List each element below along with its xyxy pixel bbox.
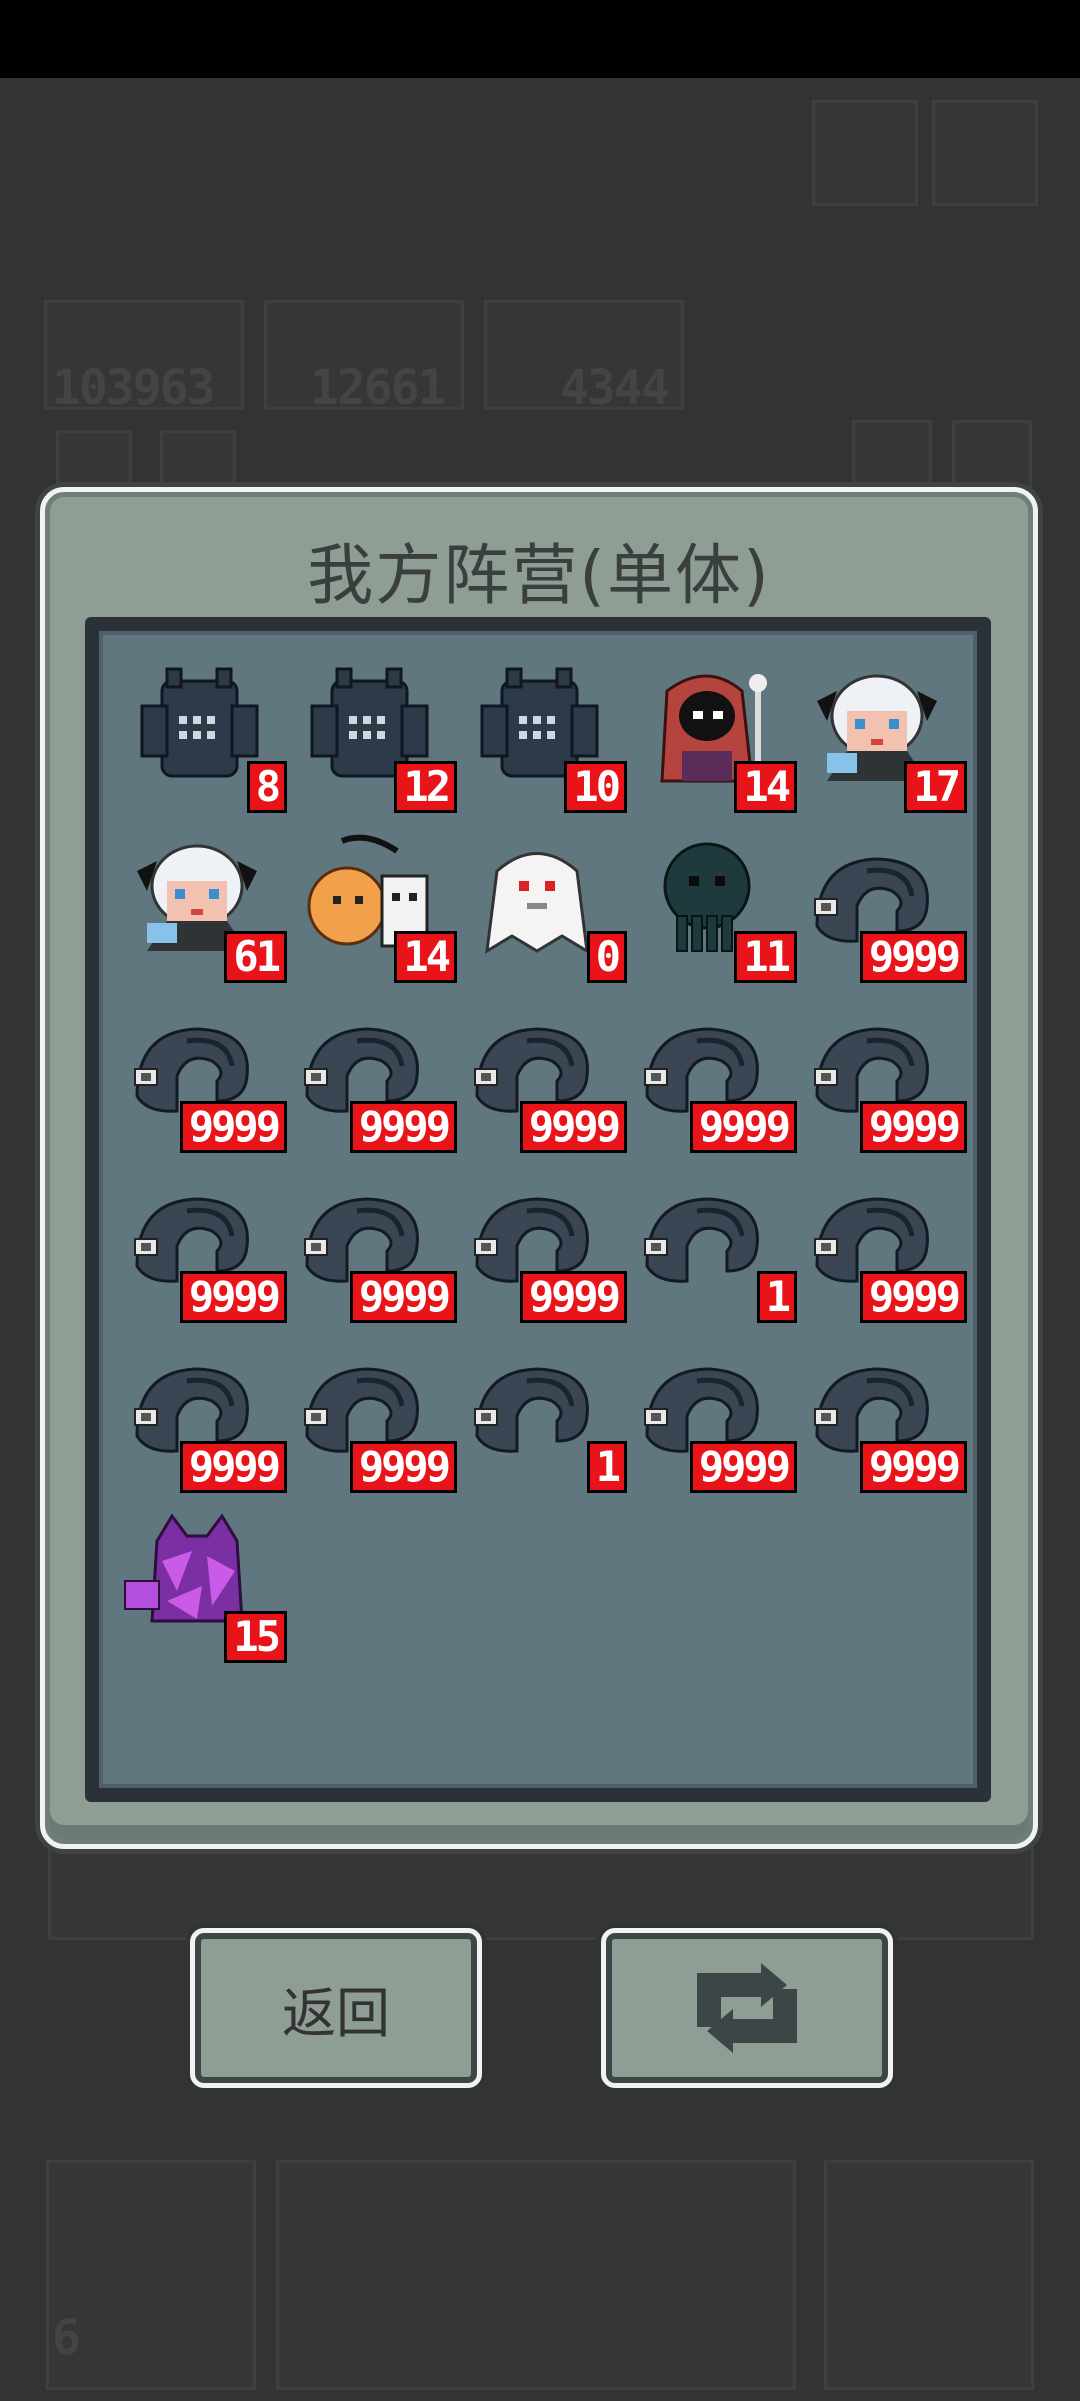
unit-gray-worm[interactable]: 9999: [627, 1341, 797, 1501]
unit-crab[interactable]: 12: [287, 661, 457, 821]
bg-small-button-4: [952, 420, 1032, 490]
unit-gray-worm[interactable]: 1: [627, 1171, 797, 1331]
bg-bottom-slot-3: [824, 2160, 1034, 2390]
unit-gray-worm[interactable]: 9999: [797, 1341, 967, 1501]
unit-count: 9999: [859, 1441, 967, 1493]
bg-small-button-3: [852, 420, 932, 490]
unit-count: 8: [246, 761, 287, 813]
unit-count: 9999: [689, 1101, 797, 1153]
unit-lion-and-wolf[interactable]: 14: [287, 831, 457, 991]
refresh-icon: [697, 1963, 797, 2053]
unit-dark-cthulhu[interactable]: 11: [627, 831, 797, 991]
unit-gray-worm[interactable]: 9999: [797, 831, 967, 991]
unit-white-ghost[interactable]: 0: [457, 831, 627, 991]
unit-count: 9999: [519, 1101, 627, 1153]
unit-count: 9999: [689, 1441, 797, 1493]
unit-count: 9999: [859, 1101, 967, 1153]
unit-gray-worm[interactable]: 9999: [117, 1171, 287, 1331]
unit-count: 9999: [859, 931, 967, 983]
unit-gray-worm[interactable]: 9999: [457, 1001, 627, 1161]
unit-count: 15: [224, 1611, 287, 1663]
bg-bottom-bar: [48, 1840, 1034, 1940]
bg-badge: 6: [52, 2310, 81, 2366]
unit-gray-worm[interactable]: 9999: [287, 1001, 457, 1161]
status-bar: [0, 0, 1080, 78]
unit-count: 14: [734, 761, 797, 813]
bg-top-button-1: [812, 100, 918, 206]
refresh-button[interactable]: [601, 1928, 893, 2088]
back-button[interactable]: 返回: [190, 1928, 482, 2088]
bg-bottom-slot-2: [276, 2160, 796, 2390]
unit-gray-worm[interactable]: 9999: [117, 1341, 287, 1501]
bg-top-button-2: [932, 100, 1038, 206]
unit-gray-worm[interactable]: 1: [457, 1341, 627, 1501]
unit-gray-worm[interactable]: 9999: [627, 1001, 797, 1161]
unit-count: 0: [586, 931, 627, 983]
unit-white-haired-girl[interactable]: 17: [797, 661, 967, 821]
unit-white-haired-girl[interactable]: 61: [117, 831, 287, 991]
unit-count: 17: [904, 761, 967, 813]
unit-count: 9999: [349, 1101, 457, 1153]
bg-resource-value-3: 4344: [560, 360, 670, 416]
unit-gray-worm[interactable]: 9999: [457, 1171, 627, 1331]
unit-grid-frame: 8 12 10 14 17 61 14 0 11 9999 9999 9999 9999 9999 9999…: [85, 617, 991, 1802]
unit-purple-crystal-golem[interactable]: 15: [117, 1511, 287, 1671]
unit-count: 9999: [179, 1101, 287, 1153]
unit-gray-worm[interactable]: 9999: [287, 1171, 457, 1331]
back-button-label: 返回: [282, 1981, 390, 2045]
unit-gray-worm[interactable]: 9999: [797, 1171, 967, 1331]
bg-resource-value-1: 103963: [52, 360, 215, 416]
unit-count: 61: [224, 931, 287, 983]
team-panel: 我方阵营(单体) 8 12 10 14 17 61 14 0 11 9999 9999 9999 999…: [40, 487, 1038, 1849]
unit-crab[interactable]: 8: [117, 661, 287, 821]
unit-gray-worm[interactable]: 9999: [287, 1341, 457, 1501]
unit-count: 9999: [349, 1271, 457, 1323]
unit-count: 1: [586, 1441, 627, 1493]
unit-gray-worm[interactable]: 9999: [797, 1001, 967, 1161]
unit-count: 9999: [179, 1271, 287, 1323]
unit-count: 10: [564, 761, 627, 813]
unit-count: 14: [394, 931, 457, 983]
panel-title: 我方阵营(单体): [307, 537, 771, 614]
unit-count: 12: [394, 761, 457, 813]
unit-count: 11: [734, 931, 797, 983]
unit-count: 9999: [179, 1441, 287, 1493]
unit-red-hooded-mage[interactable]: 14: [627, 661, 797, 821]
unit-crab[interactable]: 10: [457, 661, 627, 821]
unit-count: 9999: [859, 1271, 967, 1323]
unit-gray-worm[interactable]: 9999: [117, 1001, 287, 1161]
unit-count: 1: [756, 1271, 797, 1323]
bg-resource-value-2: 12661: [310, 360, 446, 416]
unit-count: 9999: [349, 1441, 457, 1493]
unit-count: 9999: [519, 1271, 627, 1323]
